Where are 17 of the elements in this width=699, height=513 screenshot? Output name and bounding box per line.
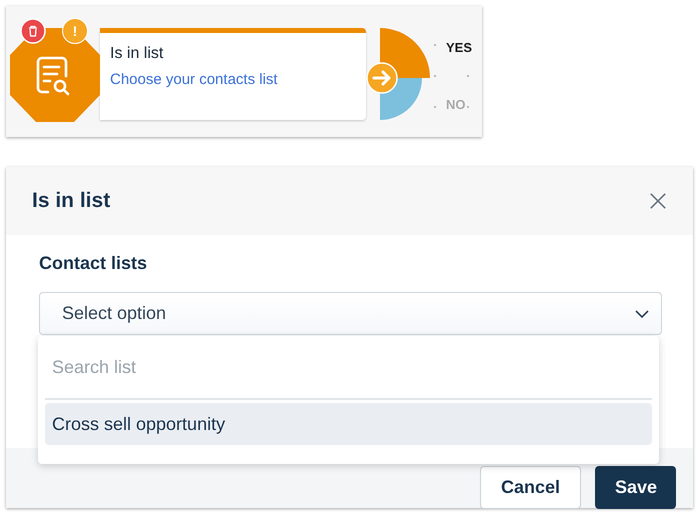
search-field[interactable]: Search list — [45, 344, 652, 390]
document-search-icon — [10, 28, 100, 122]
node-title: Is in list — [110, 45, 164, 63]
choose-list-link[interactable]: Choose your contacts list — [110, 71, 278, 88]
cancel-button[interactable]: Cancel — [480, 466, 581, 509]
field-label: Contact lists — [39, 253, 148, 274]
save-button[interactable]: Save — [595, 466, 676, 509]
dialog-title: Is in list — [32, 189, 110, 213]
chevron-down-icon — [635, 310, 649, 318]
close-icon[interactable] — [649, 192, 667, 210]
branch-label: YES — [446, 40, 472, 55]
select-field[interactable]: Select option — [39, 292, 662, 335]
node-card[interactable]: Is in list Choose your contacts list — [100, 28, 366, 120]
dropdown-option[interactable]: Cross sell opportunity — [45, 403, 652, 445]
branch-label: NO — [446, 97, 466, 112]
warning-badge: ! — [62, 18, 88, 44]
delete-icon[interactable] — [20, 18, 46, 44]
